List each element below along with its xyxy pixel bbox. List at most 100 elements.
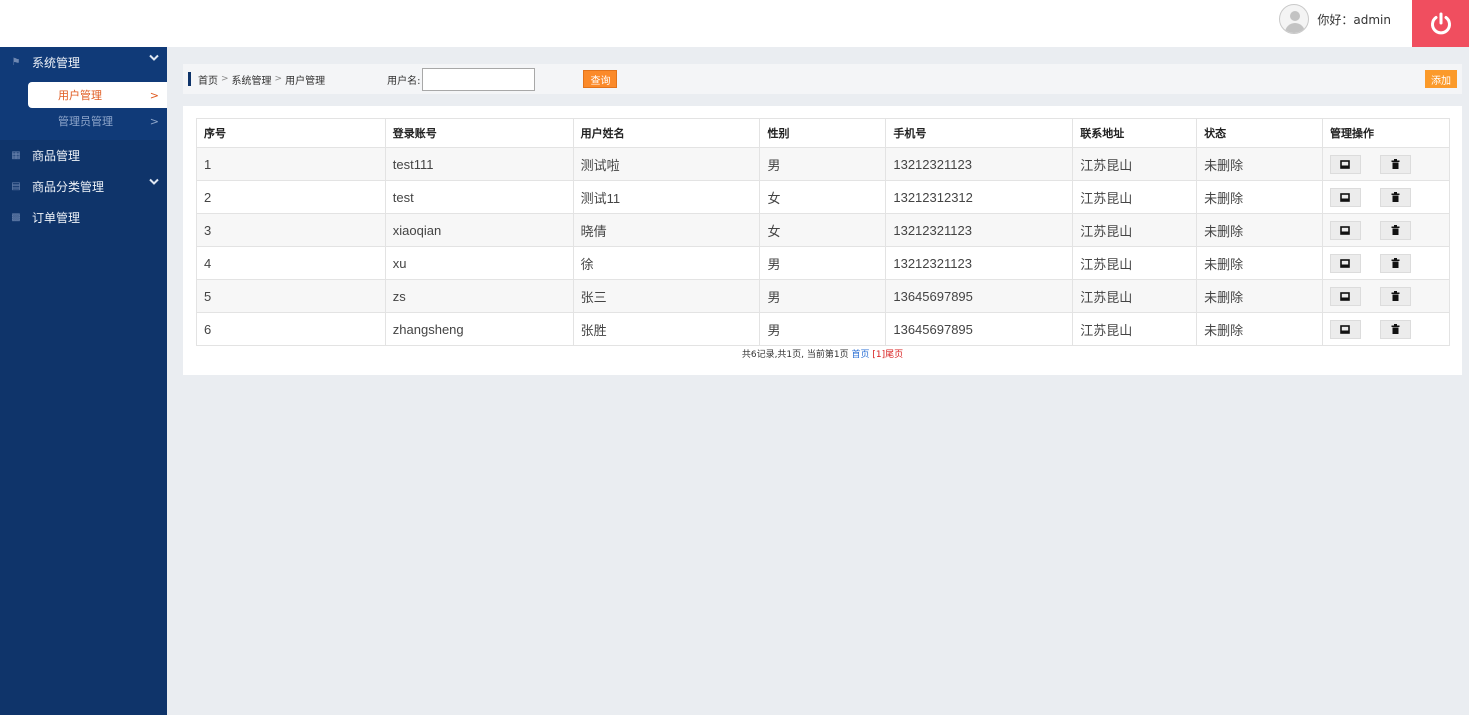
query-button[interactable]: 查询	[583, 70, 618, 88]
table-cell: 江苏昆山	[1072, 312, 1198, 346]
breadcrumb: 首页 > 系统管理 > 用户管理	[198, 72, 325, 87]
table-cell: 测试啦	[572, 147, 761, 181]
add-user-button[interactable]: 添加	[1425, 70, 1457, 88]
edit-icon	[1340, 324, 1351, 334]
column-header: 手机号	[885, 118, 1074, 148]
avatar-icon[interactable]	[1279, 4, 1310, 34]
edit-icon	[1340, 159, 1351, 169]
trash-icon	[1391, 324, 1400, 334]
search-label: 用户名:	[387, 75, 421, 87]
grid-icon: ▤	[11, 181, 21, 192]
pagination-last-link[interactable]: 尾页	[885, 350, 903, 360]
logout-button[interactable]	[1412, 0, 1469, 47]
table-cell: 13212321123	[885, 147, 1074, 181]
table-cell: 13645697895	[885, 312, 1074, 346]
table-cell: 未删除	[1196, 279, 1323, 313]
table-cell: 2	[196, 180, 386, 214]
sidebar-item-admins[interactable]: 管理员管理 >	[28, 108, 167, 134]
edit-button[interactable]	[1329, 253, 1361, 273]
edit-icon	[1340, 291, 1351, 301]
table-row: 2 test 测试11 女 13212312312 江苏昆山 未删除	[196, 180, 1451, 214]
sidebar-item-users[interactable]: 用户管理 >	[28, 82, 167, 108]
edit-icon	[1340, 258, 1351, 268]
table-cell: test111	[384, 147, 574, 181]
delete-button[interactable]	[1379, 154, 1411, 174]
sub-item-label: 用户管理	[58, 89, 102, 102]
sidebar-item-label: 商品管理	[32, 149, 81, 163]
table-cell: xu	[384, 246, 574, 280]
user-table: 序号 登录账号 用户姓名 性别 手机号 联系地址 状态 管理操作 1 test11…	[196, 118, 1451, 346]
sidebar-item-orders[interactable]: ▩ 订单管理	[0, 202, 167, 233]
trash-icon	[1391, 258, 1400, 268]
table-header-row: 序号 登录账号 用户姓名 性别 手机号 联系地址 状态 管理操作	[196, 118, 1451, 148]
user-area: 你好：admin	[1279, 0, 1391, 38]
edit-button[interactable]	[1329, 220, 1361, 240]
table-row: 1 test111 测试啦男 13212321123 江苏昆山 未删除	[196, 147, 1451, 181]
row-actions	[1329, 313, 1449, 345]
delete-button[interactable]	[1379, 286, 1411, 306]
table-cell: 张三	[572, 279, 761, 313]
table-cell: xiaoqian	[384, 213, 574, 247]
trash-icon	[1391, 159, 1400, 169]
column-header: 联系地址	[1072, 118, 1198, 148]
sidebar-item-label: 系统管理	[32, 56, 81, 70]
table-cell: 晓倩	[572, 213, 761, 247]
table-cell: 女	[759, 213, 887, 247]
pagination-summary: 共6记录,共1页, 当前第1页	[741, 350, 849, 360]
table-cell: 江苏昆山	[1072, 147, 1198, 181]
username-search-input[interactable]	[422, 67, 536, 91]
sub-item-label: 管理员管理	[58, 115, 113, 128]
table-cell: test	[384, 180, 574, 214]
chevron-down-icon	[149, 178, 159, 189]
delete-button[interactable]	[1379, 187, 1411, 207]
trash-icon	[1391, 291, 1400, 301]
table-cell: 测试11	[572, 180, 761, 214]
arrow-right-icon: >	[149, 114, 159, 128]
table-cell: zhangsheng	[384, 312, 574, 346]
column-header: 性别	[759, 118, 887, 148]
column-header: 管理操作	[1321, 118, 1451, 148]
delete-button[interactable]	[1379, 253, 1411, 273]
pagination-first-link[interactable]: 首页	[851, 350, 869, 360]
edit-button[interactable]	[1329, 154, 1361, 174]
top-bar: 你好：admin	[0, 0, 1469, 47]
column-header: 登录账号	[384, 118, 574, 148]
table-cell: 3	[196, 213, 386, 247]
table-cell: 未删除	[1196, 147, 1323, 181]
pagination-current-page[interactable]: [1]	[872, 350, 885, 360]
table-cell: 6	[196, 312, 386, 346]
edit-button[interactable]	[1329, 187, 1361, 207]
row-actions	[1329, 148, 1449, 180]
home-icon: ⚑	[11, 57, 21, 68]
table-cell: 未删除	[1196, 180, 1323, 214]
edit-button[interactable]	[1329, 286, 1361, 306]
row-actions	[1329, 181, 1449, 213]
table-cell: 13212312312	[885, 180, 1074, 214]
breadcrumb-home[interactable]: 首页	[198, 72, 218, 87]
sidebar-item-categories[interactable]: ▤ 商品分类管理	[0, 171, 167, 202]
table-cell: 男	[759, 312, 887, 346]
sidebar-item-products[interactable]: ▦ 商品管理	[0, 140, 167, 171]
chevron-down-icon	[149, 54, 159, 65]
table-cell: 江苏昆山	[1072, 279, 1198, 313]
sidebar-item-system[interactable]: ⚑ 系统管理	[0, 47, 167, 78]
table-cell: 女	[759, 180, 887, 214]
delete-button[interactable]	[1379, 220, 1411, 240]
list-icon: ▩	[11, 212, 21, 223]
toolbar: 首页 > 系统管理 > 用户管理 用户名: 查询 添加	[183, 64, 1462, 94]
actions-cell	[1321, 312, 1451, 346]
row-actions	[1329, 247, 1449, 279]
system-submenu: 用户管理 > 管理员管理 >	[0, 78, 167, 140]
table-row: 4 xu 徐男 13212321123 江苏昆山 未删除	[196, 246, 1451, 280]
edit-icon	[1340, 225, 1351, 235]
table-cell: 4	[196, 246, 386, 280]
table-cell: 男	[759, 246, 887, 280]
delete-button[interactable]	[1379, 319, 1411, 339]
breadcrumb-system[interactable]: 系统管理	[232, 72, 272, 87]
actions-cell	[1321, 246, 1451, 280]
column-header: 用户姓名	[572, 118, 761, 148]
table-cell: 13645697895	[885, 279, 1074, 313]
edit-button[interactable]	[1329, 319, 1361, 339]
breadcrumb-marker	[188, 72, 191, 86]
column-header: 序号	[196, 118, 386, 148]
